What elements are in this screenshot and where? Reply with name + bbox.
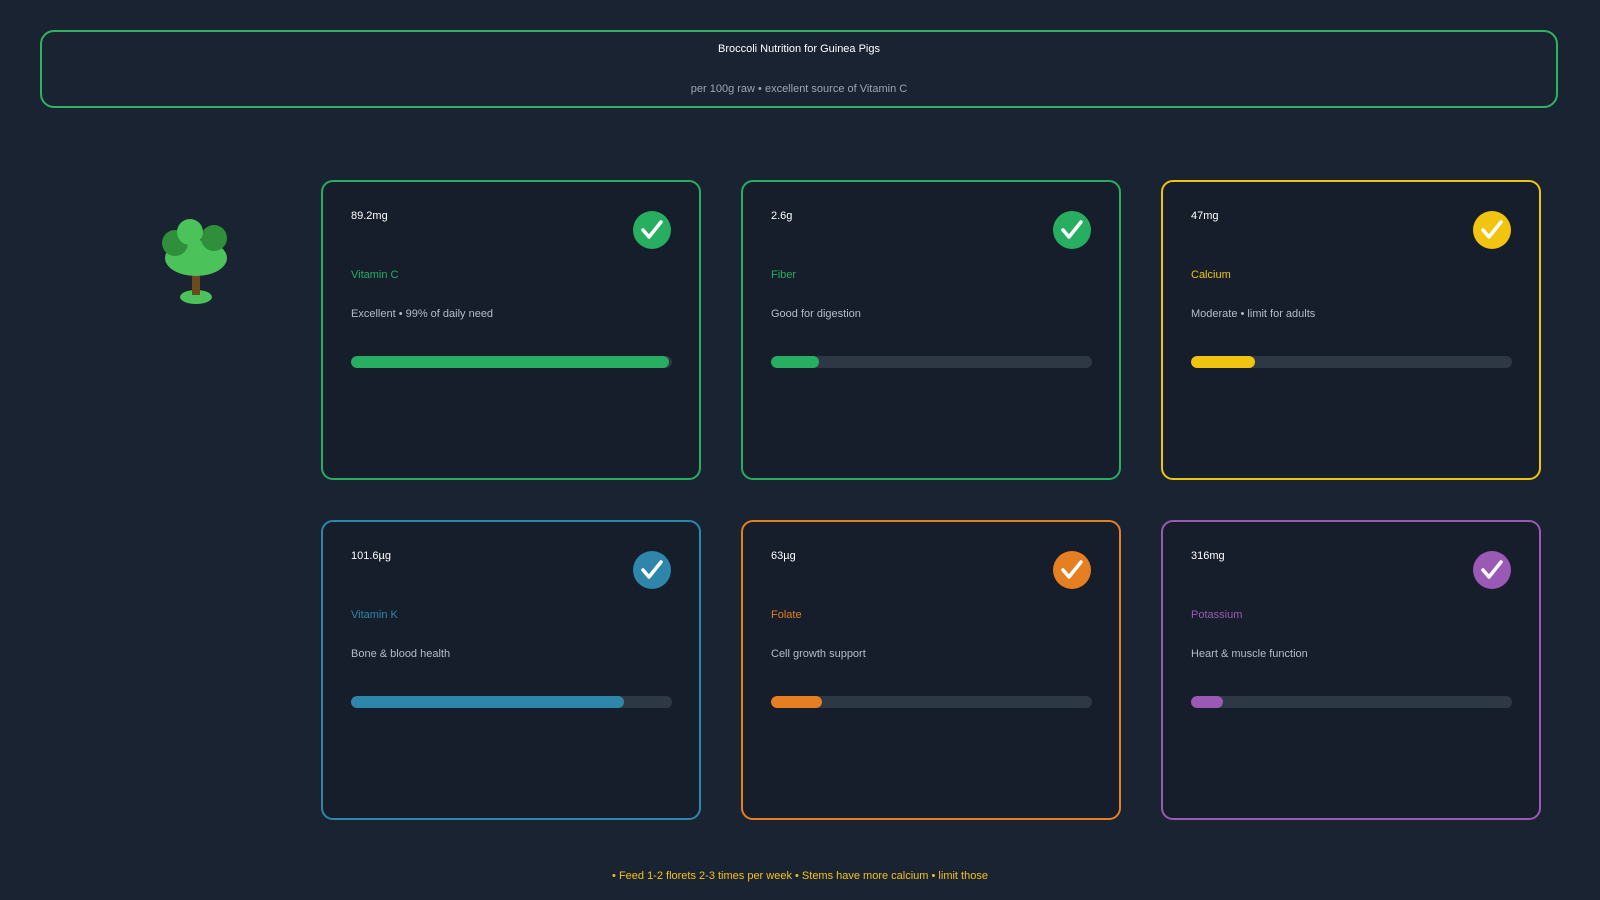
header-panel: Broccoli Nutrition for Guinea Pigs per 1…: [40, 30, 1558, 108]
nutrient-description: Cell growth support: [771, 648, 866, 660]
nutrient-level-fill: [771, 356, 820, 368]
nutrient-description: Moderate • limit for adults: [1191, 308, 1316, 320]
page-subtitle: per 100g raw • excellent source of Vitam…: [690, 83, 908, 95]
nutrient-card: 101.6µg Vitamin K Bone & blood health: [321, 520, 701, 820]
nutrient-name: Vitamin C: [351, 269, 399, 281]
nutrient-amount: 63µg: [771, 550, 796, 562]
check-icon: [1473, 211, 1511, 249]
nutrient-amount: 316mg: [1191, 550, 1225, 562]
nutrient-level-bar: [771, 356, 1092, 368]
check-icon: [633, 211, 671, 249]
nutrient-description: Excellent • 99% of daily need: [351, 308, 494, 320]
nutrient-amount: 2.6g: [771, 210, 793, 222]
broccoli-icon: [160, 210, 240, 310]
nutrient-name: Potassium: [1191, 609, 1243, 621]
nutrient-level-bar: [1191, 356, 1512, 368]
nutrient-level-bar: [351, 356, 672, 368]
check-icon: [1473, 551, 1511, 589]
nutrient-amount: 89.2mg: [351, 210, 388, 222]
nutrient-amount: 47mg: [1191, 210, 1219, 222]
feeding-tip: • Feed 1-2 florets 2-3 times per week • …: [612, 870, 988, 882]
nutrient-name: Vitamin K: [351, 609, 398, 621]
nutrient-card: 47mg Calcium Moderate • limit for adults: [1161, 180, 1541, 480]
nutrition-page: Broccoli Nutrition for Guinea Pigs per 1…: [0, 0, 1600, 900]
nutrient-card: 316mg Potassium Heart & muscle function: [1161, 520, 1541, 820]
nutrient-level-fill: [1191, 696, 1224, 708]
nutrient-description: Good for digestion: [771, 308, 861, 320]
nutrient-level-fill: [1191, 356, 1256, 368]
nutrient-name: Fiber: [771, 269, 797, 281]
nutrient-name: Folate: [771, 609, 802, 621]
nutrient-name: Calcium: [1191, 269, 1231, 281]
check-icon: [633, 551, 671, 589]
nutrient-level-bar: [771, 696, 1092, 708]
nutrient-level-bar: [351, 696, 672, 708]
nutrient-level-fill: [351, 696, 624, 708]
nutrient-level-bar: [1191, 696, 1512, 708]
nutrient-level-fill: [351, 356, 669, 368]
nutrient-card: 89.2mg Vitamin C Excellent • 99% of daily …: [321, 180, 701, 480]
nutrient-card: 2.6g Fiber Good for digestion: [741, 180, 1121, 480]
nutrient-card: 63µg Folate Cell growth support: [741, 520, 1121, 820]
nutrient-amount: 101.6µg: [351, 550, 391, 562]
nutrient-description: Heart & muscle function: [1191, 648, 1308, 660]
check-icon: [1053, 551, 1091, 589]
nutrient-description: Bone & blood health: [351, 648, 451, 660]
check-icon: [1053, 211, 1091, 249]
nutrient-level-fill: [771, 696, 823, 708]
page-title: Broccoli Nutrition for Guinea Pigs: [717, 43, 880, 55]
